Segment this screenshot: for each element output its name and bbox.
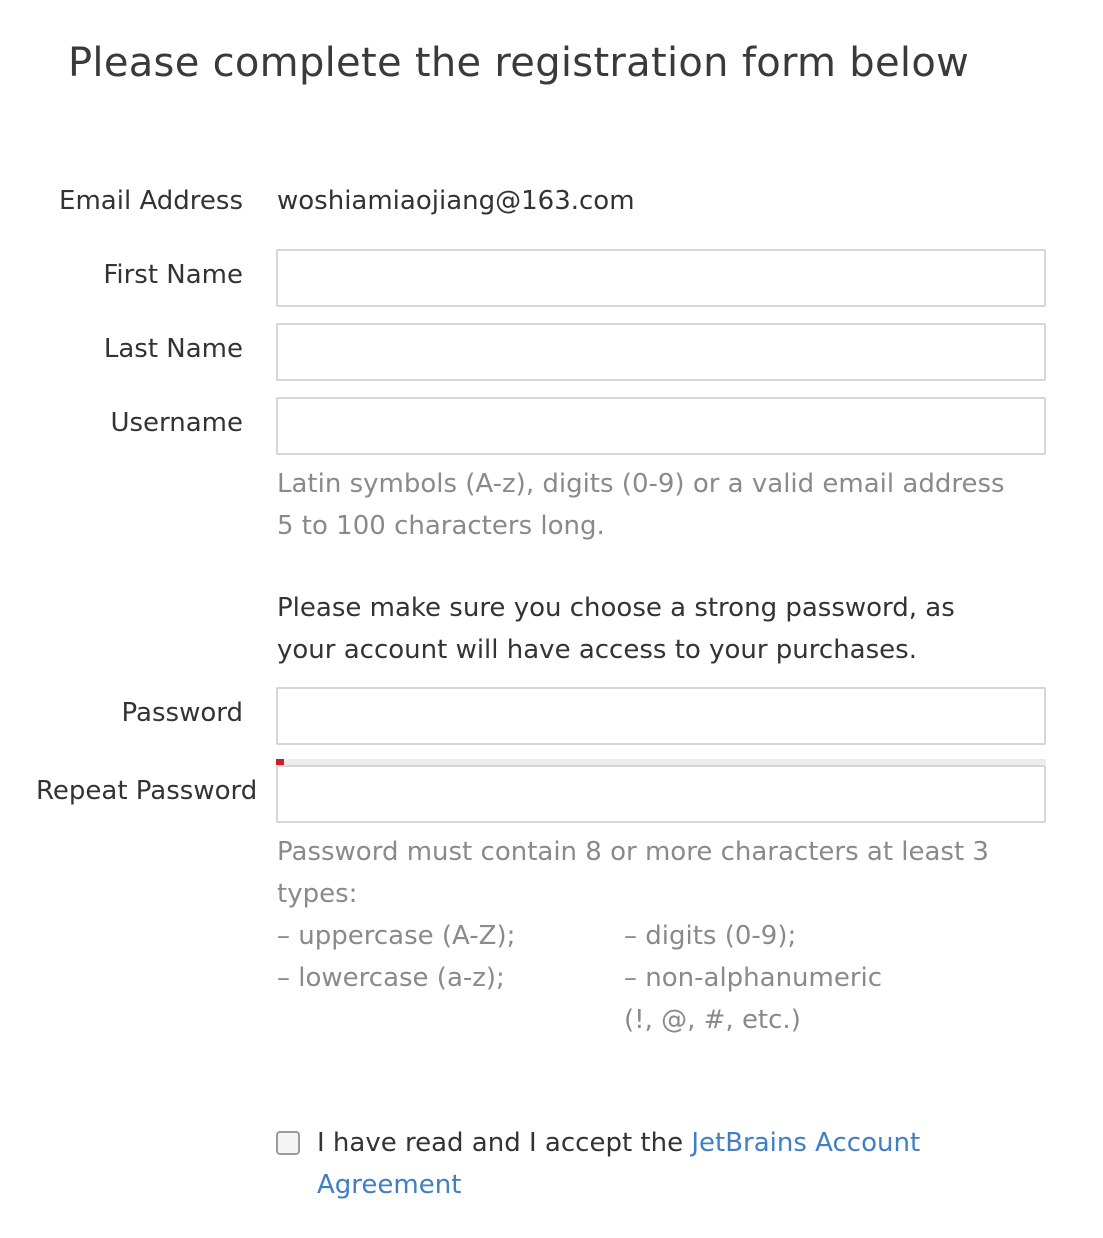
rule-uppercase: – uppercase (A-Z);: [277, 921, 516, 951]
email-label: Email Address: [59, 186, 243, 216]
rule-non-alphanumeric-examples: (!, @, #, etc.): [624, 1005, 801, 1035]
password-rules-column-2: – digits (0-9); – non-alphanumeric (!, @…: [624, 915, 882, 1041]
password-label: Password: [121, 698, 243, 728]
repeat-password-input[interactable]: [276, 765, 1046, 823]
first-name-label: First Name: [103, 260, 243, 290]
page-title: Please complete the registration form be…: [68, 40, 970, 86]
agreement-text: I have read and I accept the JetBrains A…: [317, 1122, 1017, 1206]
username-input[interactable]: [276, 397, 1046, 455]
password-rules-column-1: – uppercase (A-Z); – lowercase (a-z);: [277, 915, 515, 999]
username-label: Username: [110, 408, 243, 438]
password-notice: Please make sure you choose a strong pas…: [277, 593, 955, 665]
rule-digits: – digits (0-9);: [624, 921, 797, 951]
email-value: woshiamiaojiang@163.com: [277, 186, 635, 216]
password-rules-intro: Password must contain 8 or more characte…: [277, 837, 989, 909]
repeat-password-label: Repeat Password: [36, 776, 258, 806]
username-hint: Latin symbols (A-z), digits (0-9) or a v…: [277, 469, 1005, 541]
accept-agreement-checkbox[interactable]: [276, 1131, 300, 1155]
last-name-label: Last Name: [103, 334, 243, 364]
rule-non-alphanumeric: – non-alphanumeric: [624, 963, 883, 993]
agreement-label: I have read and I accept the: [317, 1128, 692, 1158]
password-input[interactable]: [276, 687, 1046, 745]
rule-lowercase: – lowercase (a-z);: [277, 963, 505, 993]
first-name-input[interactable]: [276, 249, 1046, 307]
last-name-input[interactable]: [276, 323, 1046, 381]
